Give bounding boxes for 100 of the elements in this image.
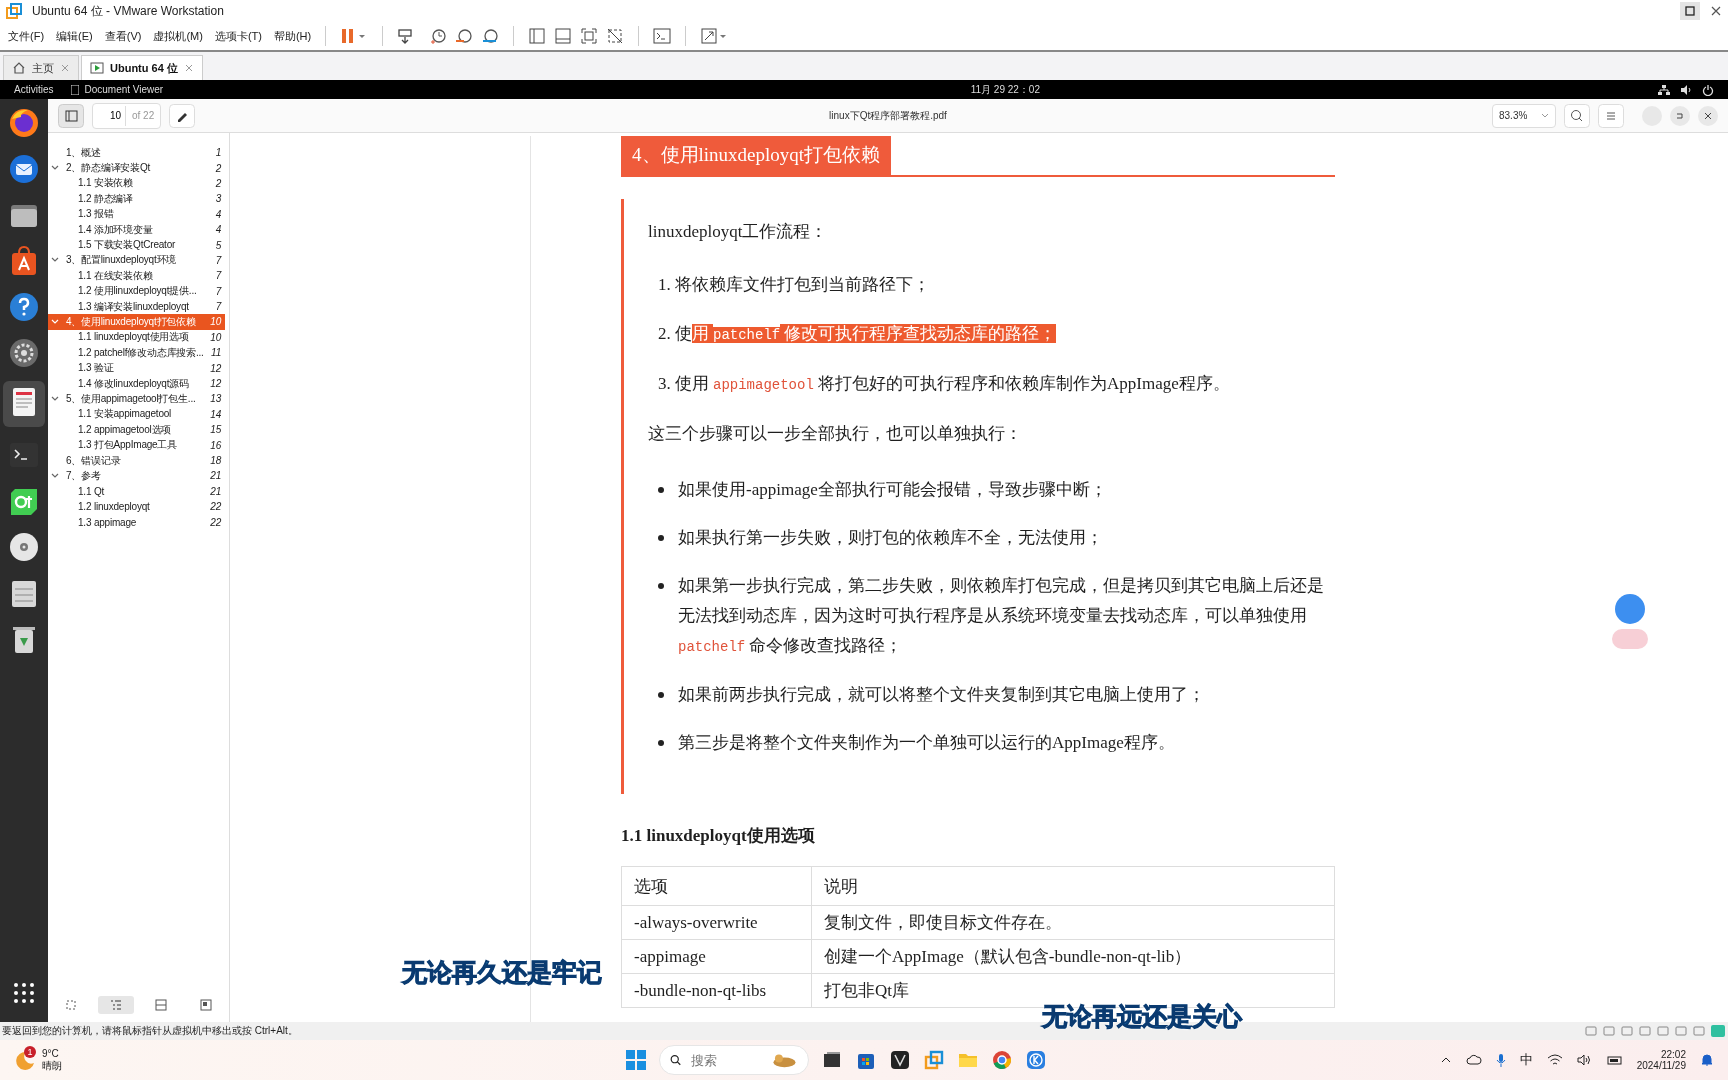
page-number: 14: [210, 408, 221, 420]
battery-icon[interactable]: [1606, 1054, 1623, 1066]
taskbar-date[interactable]: 2024/11/29: [1636, 1060, 1686, 1071]
page-number-field[interactable]: 10: [93, 105, 126, 126]
outline-item[interactable]: 1.3 验证: [78, 361, 207, 376]
outline-item[interactable]: 1.1 Qt: [78, 485, 207, 497]
bullet-icon: [658, 535, 664, 541]
outline-item[interactable]: 1.3 appimage: [78, 516, 207, 528]
vm-tab[interactable]: 主页: [3, 55, 79, 80]
vmware-icon[interactable]: [923, 1049, 945, 1071]
page-number: 2: [215, 162, 221, 174]
chrome-icon[interactable]: [991, 1049, 1013, 1071]
page-number: 11: [211, 347, 221, 359]
step-text: 将依赖库文件打包到当前路径下；: [674, 274, 930, 296]
page-number: 10: [210, 331, 221, 343]
clock[interactable]: 11月 29 22：02: [970, 82, 1040, 97]
outline-item[interactable]: 1.4 添加环境变量: [78, 222, 212, 237]
app-icon[interactable]: [889, 1049, 911, 1071]
outline-item[interactable]: 1.2 使用linuxdeployqt提供...: [78, 284, 212, 299]
menu-item[interactable]: 查看(V): [104, 28, 142, 44]
bullet-icon: [658, 583, 664, 589]
vm-play-icon: [90, 61, 104, 75]
subtitle-text: 无论再久还是牢记: [402, 957, 602, 988]
outline-item[interactable]: 1.3 编译安装linuxdeployqt: [78, 299, 212, 314]
taskbar-time[interactable]: 22:02: [1660, 1049, 1686, 1060]
outline-item[interactable]: 7、参考: [66, 468, 207, 483]
menu-item[interactable]: 帮助(H): [273, 28, 312, 44]
close-icon[interactable]: [1710, 5, 1722, 17]
step-number: 2.: [658, 323, 671, 345]
outline-item[interactable]: 1.2 appimagetool选项: [78, 422, 207, 437]
menu-item[interactable]: 虚拟机(M): [153, 28, 203, 44]
wifi-icon[interactable]: [1546, 1054, 1563, 1066]
outline-item[interactable]: 1.2 linuxdeployqt: [78, 501, 207, 513]
zoom-dropdown[interactable]: 83.3%: [1492, 103, 1556, 128]
outline-item[interactable]: 1.1 安装依赖: [78, 176, 212, 191]
app-icon: [71, 84, 80, 95]
thumbnail-view-icon[interactable]: [554, 27, 573, 45]
vmware-logo-icon: [6, 3, 22, 19]
outline-item[interactable]: 1.4 修改linuxdeployqt源码: [78, 376, 207, 391]
menu-item[interactable]: 选项卡(T): [214, 28, 262, 44]
outline-item[interactable]: 4、使用linuxdeployqt打包依赖: [66, 315, 207, 329]
maximize-icon[interactable]: [1670, 105, 1690, 126]
outline-item[interactable]: 1.2 静态编译: [78, 191, 212, 206]
outline-item[interactable]: 1.1 linuxdeployqt使用选项: [78, 330, 207, 345]
activities-button[interactable]: Activities: [14, 84, 54, 95]
full-screen-icon[interactable]: [580, 27, 599, 45]
document-title: linux下Qt程序部署教程.pdf: [829, 109, 947, 121]
snapshot-icon[interactable]: [429, 27, 448, 45]
power-icon[interactable]: [1702, 83, 1714, 96]
close-icon[interactable]: [1698, 105, 1718, 126]
search-field[interactable]: 搜索: [659, 1045, 809, 1075]
page-number: 16: [210, 439, 221, 451]
summary-text: 这三个步骤可以一步全部执行，也可以单独执行：: [648, 423, 1023, 445]
notification-badge: 1: [24, 1045, 36, 1058]
outline-item[interactable]: 1、概述: [66, 145, 212, 160]
outline-item[interactable]: 1.3 打包AppImage工具: [78, 438, 207, 453]
outline-item[interactable]: 1.2 patchelf修改动态库搜索...: [78, 345, 207, 360]
tab-close-icon[interactable]: [183, 63, 194, 73]
page-number: 7: [215, 285, 221, 297]
menu-item[interactable]: 文件(F): [8, 28, 45, 44]
notification-bell-icon[interactable]: [1700, 1053, 1714, 1067]
vm-tab[interactable]: Ubuntu 64 位: [81, 55, 203, 80]
annotate-button-icon[interactable]: [169, 103, 196, 128]
volume-icon[interactable]: [1680, 83, 1692, 96]
revert-snapshot-icon[interactable]: [455, 27, 474, 45]
outline-item[interactable]: 2、静态编译安装Qt: [66, 161, 212, 176]
step-number: 1.: [658, 274, 671, 296]
page-number: 15: [210, 424, 221, 436]
outline-item[interactable]: 1.1 安装appimagetool: [78, 407, 207, 422]
restore-icon[interactable]: [1680, 2, 1700, 20]
app-menu[interactable]: Document Viewer: [84, 84, 164, 95]
unity-off-icon[interactable]: [606, 27, 625, 45]
input-method-indicator[interactable]: 中: [1519, 1051, 1533, 1069]
k-app-icon[interactable]: [1025, 1049, 1047, 1071]
search-icon[interactable]: [1564, 103, 1590, 128]
search-input[interactable]: 搜索: [689, 1051, 764, 1069]
outline-item[interactable]: 3、配置linuxdeployqt环境: [66, 253, 212, 268]
outline-icon[interactable]: [109, 999, 122, 1011]
table-cell: 复制文件，即使目标文件存在。: [811, 905, 1335, 940]
table-cell: -always-overwrite: [621, 905, 812, 940]
outline-item[interactable]: 1.5 下载安装QtCreator: [78, 238, 212, 253]
menu-item[interactable]: 编辑(E): [56, 28, 93, 44]
sidebar-view-icon[interactable]: [528, 27, 547, 45]
page-field[interactable]: 10 of 22: [92, 102, 162, 129]
network-icon[interactable]: [1658, 83, 1670, 96]
start-icon[interactable]: [625, 1049, 647, 1071]
bullet-text: 第三步是将整个文件夹制作为一个单独可以运行的AppImage程序。: [678, 732, 1175, 754]
stretch-icon[interactable]: [700, 27, 729, 45]
outline-item[interactable]: 6、错误记录: [66, 453, 207, 468]
bullet-text: 如果前两步执行完成，就可以将整个文件夹复制到其它电脑上使用了；: [678, 684, 1205, 706]
outline-item[interactable]: 5、使用appimagetool打包生...: [66, 391, 207, 406]
step-text: 使用 patchelf 修改可执行程序查找动态库的路径；: [674, 323, 1057, 345]
sidebar-toggle-icon[interactable]: [58, 103, 84, 128]
speaker-icon[interactable]: [1576, 1054, 1593, 1066]
outline-item[interactable]: 1.3 报错: [78, 207, 212, 222]
outline-item[interactable]: 1.1 在线安装依赖: [78, 268, 212, 283]
microphone-icon[interactable]: [1495, 1053, 1506, 1067]
cloud-icon[interactable]: [1465, 1054, 1482, 1066]
snapshot-manager-icon[interactable]: [481, 27, 500, 45]
console-icon[interactable]: [653, 27, 672, 45]
